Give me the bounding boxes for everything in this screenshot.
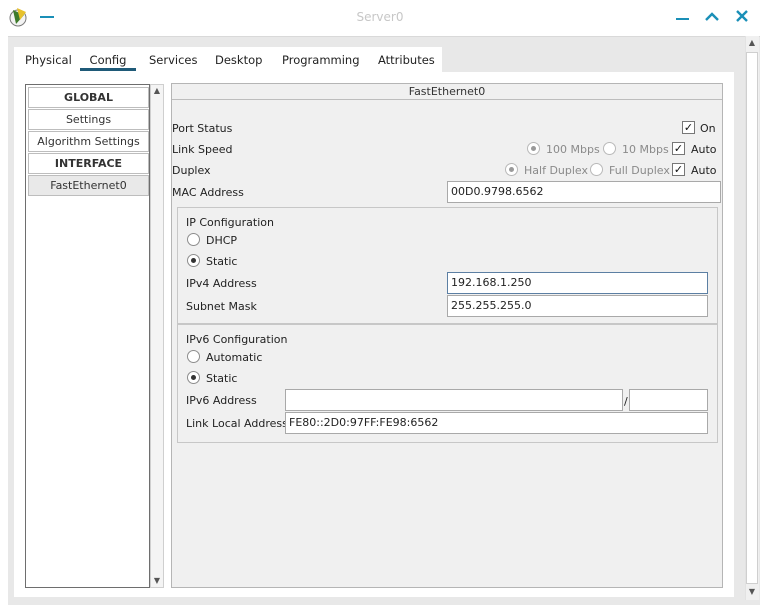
port-status-checkbox[interactable]: ✓ <box>682 121 695 134</box>
speed-100-radio[interactable] <box>527 142 540 155</box>
nav-scroll-up-icon[interactable]: ▲ <box>150 86 164 95</box>
nav-header-global: GLOBAL <box>28 87 149 108</box>
ipv6-prefix-slash: / <box>624 395 628 408</box>
dhcp-label: DHCP <box>206 234 238 247</box>
tab-services[interactable]: Services <box>149 47 198 71</box>
speed-10-label: 10 Mbps <box>622 143 669 156</box>
speed-10-radio[interactable] <box>603 142 616 155</box>
ipv6-static-label: Static <box>206 372 238 385</box>
link-speed-label: Link Speed <box>172 143 233 156</box>
port-status-on-label: On <box>700 122 716 135</box>
tab-programming[interactable]: Programming <box>282 47 360 71</box>
scroll-up-icon[interactable]: ▲ <box>745 38 759 47</box>
tab-physical[interactable]: Physical <box>25 47 72 71</box>
tab-attributes[interactable]: Attributes <box>378 47 435 71</box>
ipv6-automatic-radio[interactable] <box>187 350 200 363</box>
panel-title: FastEthernet0 <box>172 84 722 100</box>
ipv6-automatic-label: Automatic <box>206 351 263 364</box>
close-icon[interactable] <box>733 7 751 25</box>
speed-auto-checkbox[interactable]: ✓ <box>672 142 685 155</box>
minimize-icon[interactable] <box>676 18 689 20</box>
tab-config[interactable]: Config <box>80 47 136 71</box>
ipv6-config-title: IPv6 Configuration <box>186 333 288 346</box>
nav-header-interface: INTERFACE <box>28 153 149 174</box>
nav-item-algorithm-settings[interactable]: Algorithm Settings <box>28 131 149 152</box>
dhcp-radio[interactable] <box>187 233 200 246</box>
link-local-label: Link Local Address: <box>186 417 292 430</box>
scroll-down-icon[interactable]: ▼ <box>745 587 759 596</box>
subnet-mask-field[interactable]: 255.255.255.0 <box>447 295 708 317</box>
half-duplex-label: Half Duplex <box>524 164 589 177</box>
nav-item-fastethernet0[interactable]: FastEthernet0 <box>28 175 149 196</box>
nav-item-settings[interactable]: Settings <box>28 109 149 130</box>
ipv6-address-field[interactable] <box>285 389 623 411</box>
settings-nav-list: GLOBAL Settings Algorithm Settings INTER… <box>25 84 150 588</box>
half-duplex-radio[interactable] <box>505 163 518 176</box>
ipv4-address-label: IPv4 Address <box>186 277 257 290</box>
ipv4-address-field[interactable]: 192.168.1.250 <box>447 272 708 294</box>
mac-address-label: MAC Address <box>172 186 244 199</box>
speed-auto-label: Auto <box>691 143 717 156</box>
duplex-auto-label: Auto <box>691 164 717 177</box>
duplex-label: Duplex <box>172 164 211 177</box>
speed-100-label: 100 Mbps <box>546 143 600 156</box>
nav-scroll-down-icon[interactable]: ▼ <box>150 576 164 585</box>
ipv4-static-radio[interactable] <box>187 254 200 267</box>
port-status-label: Port Status <box>172 122 233 135</box>
ipv6-prefix-field[interactable] <box>629 389 708 411</box>
mac-address-field[interactable]: 00D0.9798.6562 <box>447 181 721 203</box>
tab-desktop[interactable]: Desktop <box>215 47 262 71</box>
maximize-icon[interactable] <box>703 8 721 26</box>
ip-config-title: IP Configuration <box>186 216 274 229</box>
full-duplex-radio[interactable] <box>590 163 603 176</box>
link-local-field[interactable]: FE80::2D0:97FF:FE98:6562 <box>285 412 708 434</box>
window-title: Server0 <box>356 10 404 24</box>
outer-scroll-thumb[interactable] <box>746 52 758 584</box>
subnet-mask-label: Subnet Mask <box>186 300 257 313</box>
ipv6-address-label: IPv6 Address <box>186 394 257 407</box>
duplex-auto-checkbox[interactable]: ✓ <box>672 163 685 176</box>
ipv6-static-radio[interactable] <box>187 371 200 384</box>
full-duplex-label: Full Duplex <box>609 164 670 177</box>
nav-scrollbar[interactable] <box>150 84 164 588</box>
ipv4-static-label: Static <box>206 255 238 268</box>
